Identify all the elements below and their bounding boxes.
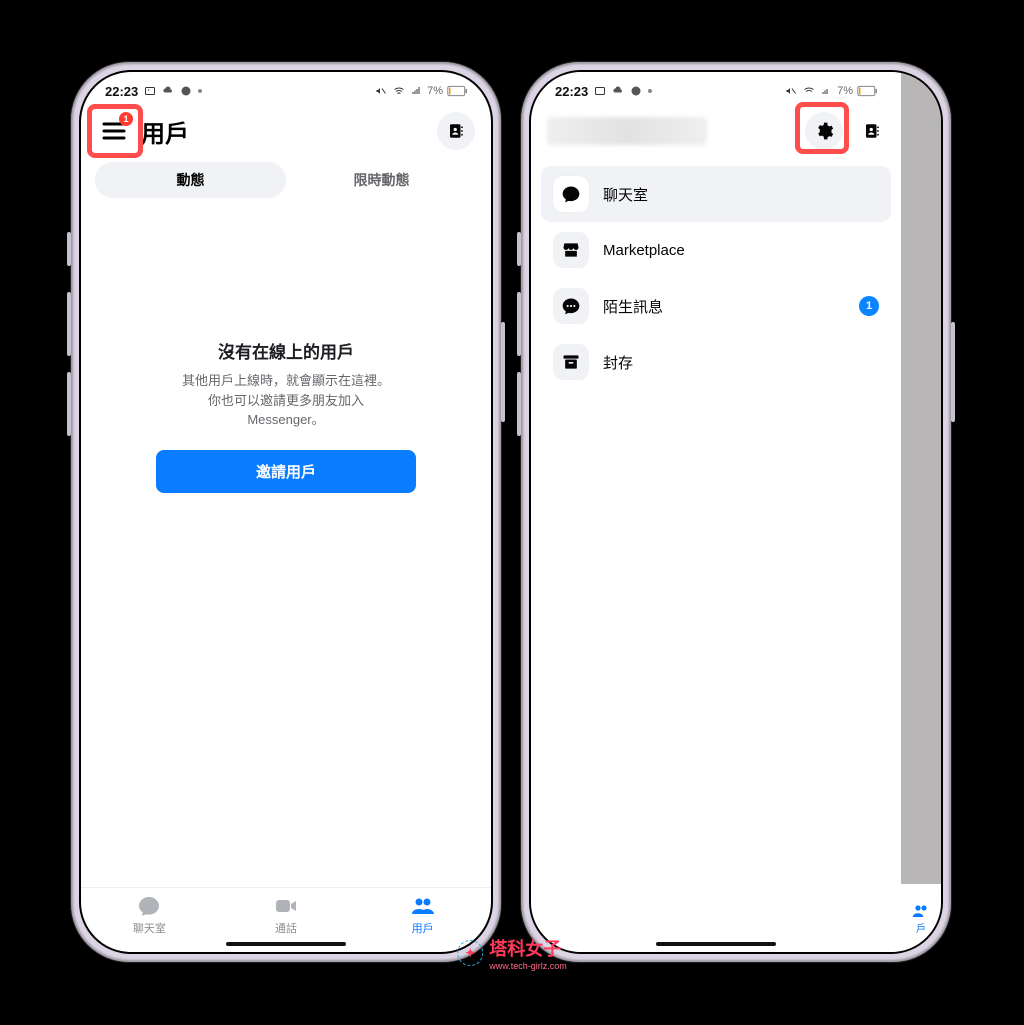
side-button <box>67 232 71 266</box>
mute-icon <box>374 85 388 97</box>
side-button <box>517 292 521 356</box>
notification-badge: 1 <box>119 112 133 126</box>
nav-label: 聊天室 <box>133 920 166 936</box>
address-book-icon <box>447 122 465 140</box>
status-battery: 7% <box>427 85 443 97</box>
nav-chats[interactable]: 聊天室 <box>81 894 218 936</box>
side-button <box>951 322 955 422</box>
side-button <box>517 372 521 436</box>
spotify-icon <box>630 85 642 97</box>
settings-button[interactable] <box>805 112 843 150</box>
status-time: 22:23 <box>105 84 138 99</box>
cloud-icon <box>612 85 624 97</box>
chat-icon <box>136 894 162 918</box>
more-dot-icon <box>648 89 652 93</box>
phone-mockup-right: 戶 22:23 7% <box>521 62 951 962</box>
side-button <box>517 232 521 266</box>
bottom-nav: 聊天室 通話 用戶 <box>81 887 491 938</box>
signal-icon <box>410 85 423 97</box>
empty-title: 沒有在線上的用戶 <box>218 338 354 363</box>
people-icon <box>911 902 931 920</box>
tab-stories[interactable]: 限時動態 <box>286 162 477 198</box>
status-battery: 7% <box>837 85 853 97</box>
page-title: 用戶 <box>141 114 189 149</box>
phone-mockup-left: 22:23 7% 1 <box>71 62 501 962</box>
drawer-item-archive[interactable]: 封存 <box>541 334 891 390</box>
home-indicator[interactable] <box>226 942 346 946</box>
drawer-item-chats[interactable]: 聊天室 <box>541 166 891 222</box>
side-button <box>67 372 71 436</box>
status-bar: 22:23 7% <box>531 72 901 104</box>
status-bar: 22:23 7% <box>81 72 491 104</box>
drawer-item-message-requests[interactable]: 陌生訊息 1 <box>541 278 891 334</box>
photo-icon <box>144 85 156 97</box>
cloud-icon <box>162 85 174 97</box>
nav-calls[interactable]: 通話 <box>218 894 355 936</box>
message-request-icon <box>553 288 589 324</box>
background-overlay[interactable] <box>901 72 941 952</box>
empty-state: 沒有在線上的用戶 其他用戶上線時，就會顯示在這裡。 你也可以邀請更多朋友加入 M… <box>81 208 491 887</box>
contacts-button[interactable] <box>437 112 475 150</box>
address-book-icon <box>863 122 881 140</box>
side-button <box>501 322 505 422</box>
home-indicator[interactable] <box>656 942 776 946</box>
battery-icon <box>447 85 467 97</box>
side-drawer: 22:23 7% <box>531 72 901 952</box>
photo-icon <box>594 85 606 97</box>
marketplace-icon <box>553 232 589 268</box>
watermark-text: 塔科女子 <box>489 935 567 961</box>
drawer-list: 聊天室 Marketplace 陌生訊息 1 <box>531 162 901 394</box>
tab-active-status[interactable]: 動態 <box>95 162 286 198</box>
watermark-url: www.tech-girlz.com <box>489 961 567 971</box>
drawer-item-marketplace[interactable]: Marketplace <box>541 222 891 278</box>
profile-name-blurred[interactable] <box>547 117 707 145</box>
count-badge: 1 <box>859 296 879 316</box>
nav-people[interactable]: 用戶 <box>354 894 491 936</box>
empty-description: 其他用戶上線時，就會顯示在這裡。 你也可以邀請更多朋友加入 Messenger。 <box>138 371 434 430</box>
watermark-icon: ✦ <box>457 940 483 966</box>
battery-icon <box>857 85 877 97</box>
chat-icon <box>553 176 589 212</box>
gear-icon <box>814 121 834 141</box>
drawer-item-label: 陌生訊息 <box>603 296 663 317</box>
contacts-button[interactable] <box>853 112 891 150</box>
invite-button[interactable]: 邀請用戶 <box>156 450 416 493</box>
peek-nav-people[interactable]: 戶 <box>901 884 941 952</box>
archive-icon <box>553 344 589 380</box>
more-dot-icon <box>198 89 202 93</box>
nav-label: 用戶 <box>412 920 434 936</box>
wifi-icon <box>392 85 406 97</box>
watermark: ✦ 塔科女子 www.tech-girlz.com <box>457 935 567 971</box>
drawer-item-label: 聊天室 <box>603 184 648 205</box>
signal-icon <box>820 85 833 97</box>
nav-label: 通話 <box>275 920 297 936</box>
menu-button[interactable]: 1 <box>97 114 131 148</box>
people-icon <box>410 894 436 918</box>
spotify-icon <box>180 85 192 97</box>
side-button <box>67 292 71 356</box>
header: 1 用戶 <box>81 104 491 162</box>
video-icon <box>273 894 299 918</box>
status-time: 22:23 <box>555 84 588 99</box>
drawer-header <box>531 104 901 162</box>
wifi-icon <box>802 85 816 97</box>
drawer-item-label: 封存 <box>603 352 633 373</box>
mute-icon <box>784 85 798 97</box>
segmented-tabs: 動態 限時動態 <box>81 162 491 208</box>
drawer-item-label: Marketplace <box>603 242 685 259</box>
